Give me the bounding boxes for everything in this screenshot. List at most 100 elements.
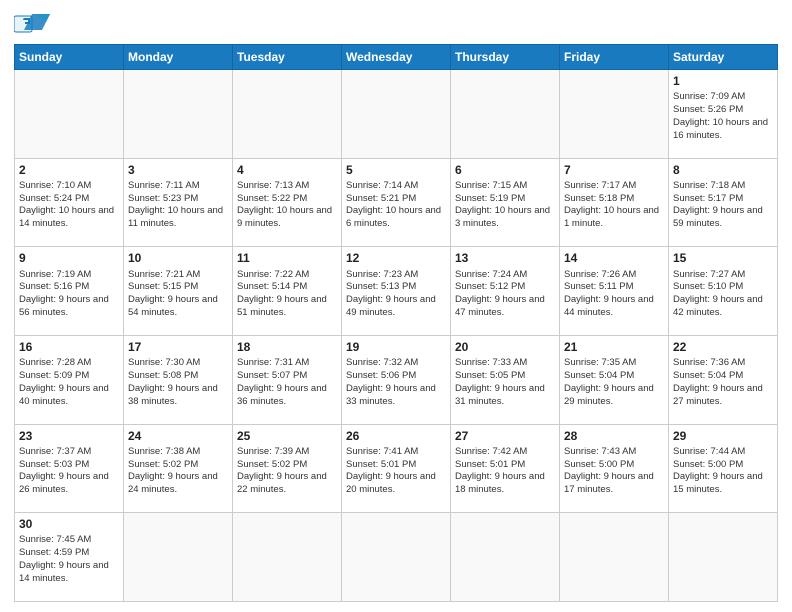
day-info-line: Sunset: 5:13 PM	[346, 281, 446, 294]
day-info-line: Sunset: 5:01 PM	[346, 459, 446, 472]
day-info-line: Daylight: 10 hours and 1 minute.	[564, 205, 664, 231]
weekday-tuesday: Tuesday	[233, 45, 342, 70]
day-info-line: Daylight: 9 hours and 22 minutes.	[237, 471, 337, 497]
day-info-line: Sunrise: 7:27 AM	[673, 269, 773, 282]
day-number: 15	[673, 250, 773, 266]
calendar-cell	[15, 70, 124, 159]
day-number: 14	[564, 250, 664, 266]
day-number: 9	[19, 250, 119, 266]
calendar-cell: 23Sunrise: 7:37 AMSunset: 5:03 PMDayligh…	[15, 424, 124, 513]
calendar-cell: 2Sunrise: 7:10 AMSunset: 5:24 PMDaylight…	[15, 158, 124, 247]
calendar-cell: 30Sunrise: 7:45 AMSunset: 4:59 PMDayligh…	[15, 513, 124, 602]
day-info-line: Sunrise: 7:09 AM	[673, 91, 773, 104]
calendar-cell: 21Sunrise: 7:35 AMSunset: 5:04 PMDayligh…	[560, 335, 669, 424]
header	[14, 10, 778, 38]
calendar-cell: 27Sunrise: 7:42 AMSunset: 5:01 PMDayligh…	[451, 424, 560, 513]
day-info-line: Daylight: 9 hours and 31 minutes.	[455, 383, 555, 409]
day-info-line: Sunset: 5:12 PM	[455, 281, 555, 294]
week-row-5: 23 Sunrise: 7:37 AMSunset: 5:03 PM Dayligh…	[15, 424, 778, 513]
day-info-line: Sunset: 5:19 PM	[455, 193, 555, 206]
calendar-cell: 15Sunrise: 7:27 AMSunset: 5:10 PMDayligh…	[669, 247, 778, 336]
calendar-cell: 16Sunrise: 7:28 AMSunset: 5:09 PMDayligh…	[15, 335, 124, 424]
calendar-cell	[560, 513, 669, 602]
day-info-line: Daylight: 9 hours and 17 minutes.	[564, 471, 664, 497]
calendar-cell	[233, 513, 342, 602]
day-info-line: Daylight: 9 hours and 54 minutes.	[128, 294, 228, 320]
day-info-line: Daylight: 9 hours and 42 minutes.	[673, 294, 773, 320]
day-info-line: Sunset: 5:04 PM	[673, 370, 773, 383]
day-info-line: Daylight: 10 hours and 14 minutes.	[19, 205, 119, 231]
calendar-cell: 10Sunrise: 7:21 AMSunset: 5:15 PMDayligh…	[124, 247, 233, 336]
calendar-cell	[342, 70, 451, 159]
day-info-line: Daylight: 9 hours and 18 minutes.	[455, 471, 555, 497]
day-info-line: Sunset: 5:02 PM	[237, 459, 337, 472]
day-info-line: Sunset: 5:02 PM	[128, 459, 228, 472]
calendar-cell: 4Sunrise: 7:13 AMSunset: 5:22 PMDaylight…	[233, 158, 342, 247]
calendar-cell: 6Sunrise: 7:15 AMSunset: 5:19 PMDaylight…	[451, 158, 560, 247]
calendar-cell: 17Sunrise: 7:30 AMSunset: 5:08 PMDayligh…	[124, 335, 233, 424]
day-info-line: Sunrise: 7:41 AM	[346, 446, 446, 459]
week-row-6: 30Sunrise: 7:45 AMSunset: 4:59 PMDayligh…	[15, 513, 778, 602]
day-info-line: Sunset: 5:00 PM	[564, 459, 664, 472]
day-number: 29	[673, 428, 773, 444]
week-row-4: 16Sunrise: 7:28 AMSunset: 5:09 PMDayligh…	[15, 335, 778, 424]
day-info-line: Sunrise: 7:18 AM	[673, 180, 773, 193]
day-info-line: Sunrise: 7:15 AM	[455, 180, 555, 193]
logo	[14, 10, 54, 38]
week-row-3: 9Sunrise: 7:19 AMSunset: 5:16 PMDaylight…	[15, 247, 778, 336]
calendar-cell: 22Sunrise: 7:36 AMSunset: 5:04 PMDayligh…	[669, 335, 778, 424]
day-info-line: Daylight: 10 hours and 6 minutes.	[346, 205, 446, 231]
day-info-line: Daylight: 9 hours and 20 minutes.	[346, 471, 446, 497]
day-info-line: Daylight: 9 hours and 59 minutes.	[673, 205, 773, 231]
calendar-cell: 19Sunrise: 7:32 AMSunset: 5:06 PMDayligh…	[342, 335, 451, 424]
day-info-line: Daylight: 9 hours and 51 minutes.	[237, 294, 337, 320]
day-info-line: Sunrise: 7:24 AM	[455, 269, 555, 282]
calendar-cell: 28Sunrise: 7:43 AMSunset: 5:00 PMDayligh…	[560, 424, 669, 513]
day-info-line: Sunset: 5:14 PM	[237, 281, 337, 294]
day-info-line: Sunset: 5:22 PM	[237, 193, 337, 206]
calendar-cell	[451, 70, 560, 159]
day-info-line: Daylight: 9 hours and 40 minutes.	[19, 383, 119, 409]
day-info-line: Sunrise: 7:22 AM	[237, 269, 337, 282]
day-info-line: Daylight: 9 hours and 15 minutes.	[673, 471, 773, 497]
day-number: 22	[673, 339, 773, 355]
calendar-cell: 8Sunrise: 7:18 AMSunset: 5:17 PMDaylight…	[669, 158, 778, 247]
day-info-line: Sunset: 5:03 PM	[19, 459, 119, 472]
day-info-line: Daylight: 9 hours and 56 minutes.	[19, 294, 119, 320]
day-info-line: Sunset: 5:24 PM	[19, 193, 119, 206]
day-info-line: Daylight: 9 hours and 14 minutes.	[19, 560, 119, 586]
day-number: 13	[455, 250, 555, 266]
day-info-line: Daylight: 9 hours and 49 minutes.	[346, 294, 446, 320]
day-info-line: Sunrise: 7:23 AM	[346, 269, 446, 282]
weekday-friday: Friday	[560, 45, 669, 70]
day-number: 28	[564, 428, 664, 444]
day-info-line: Sunrise: 7:30 AM	[128, 357, 228, 370]
calendar-cell	[669, 513, 778, 602]
day-info-line: Daylight: 9 hours and 24 minutes.	[128, 471, 228, 497]
day-info-line: Sunrise: 7:28 AM	[19, 357, 119, 370]
weekday-saturday: Saturday	[669, 45, 778, 70]
day-info-line: Sunrise: 7:37 AM	[19, 446, 119, 459]
day-info-line: Daylight: 9 hours and 33 minutes.	[346, 383, 446, 409]
week-row-1: 1Sunrise: 7:09 AMSunset: 5:26 PMDaylight…	[15, 70, 778, 159]
day-info-line: Sunrise: 7:13 AM	[237, 180, 337, 193]
calendar-cell: 20Sunrise: 7:33 AMSunset: 5:05 PMDayligh…	[451, 335, 560, 424]
day-info-line: Sunset: 5:17 PM	[673, 193, 773, 206]
day-number: 12	[346, 250, 446, 266]
calendar-cell: 1Sunrise: 7:09 AMSunset: 5:26 PMDaylight…	[669, 70, 778, 159]
calendar-cell: 9Sunrise: 7:19 AMSunset: 5:16 PMDaylight…	[15, 247, 124, 336]
weekday-monday: Monday	[124, 45, 233, 70]
day-number: 4	[237, 162, 337, 178]
day-number: 23	[19, 428, 119, 444]
day-info-line: Sunset: 5:08 PM	[128, 370, 228, 383]
day-info-line: Sunset: 5:05 PM	[455, 370, 555, 383]
weekday-wednesday: Wednesday	[342, 45, 451, 70]
day-info-line: Daylight: 10 hours and 16 minutes.	[673, 117, 773, 143]
day-info-line: Sunrise: 7:44 AM	[673, 446, 773, 459]
day-info-line: Sunrise: 7:42 AM	[455, 446, 555, 459]
calendar-cell: 25Sunrise: 7:39 AMSunset: 5:02 PMDayligh…	[233, 424, 342, 513]
day-info-line: Sunset: 5:23 PM	[128, 193, 228, 206]
calendar-cell: 29Sunrise: 7:44 AMSunset: 5:00 PMDayligh…	[669, 424, 778, 513]
day-info-line: Sunset: 5:26 PM	[673, 104, 773, 117]
calendar-cell: 13Sunrise: 7:24 AMSunset: 5:12 PMDayligh…	[451, 247, 560, 336]
